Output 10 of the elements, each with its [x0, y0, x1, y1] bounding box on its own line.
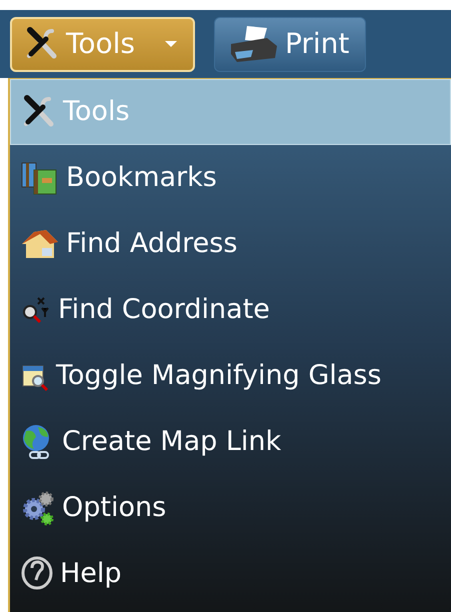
- menu-item[interactable]: Create Map Link: [10, 409, 451, 475]
- toolbar-button[interactable]: Print: [214, 16, 366, 72]
- menu-item[interactable]: Bookmarks: [10, 145, 451, 211]
- menu-item[interactable]: Find Address: [10, 211, 451, 277]
- help-icon: [20, 556, 54, 592]
- menu-item[interactable]: Help: [10, 541, 451, 607]
- menu-item[interactable]: Options: [10, 475, 451, 541]
- gears-icon: [20, 489, 56, 527]
- menu-item[interactable]: Toggle Magnifying Glass: [10, 343, 451, 409]
- menu-item[interactable]: Find Coordinate: [10, 277, 451, 343]
